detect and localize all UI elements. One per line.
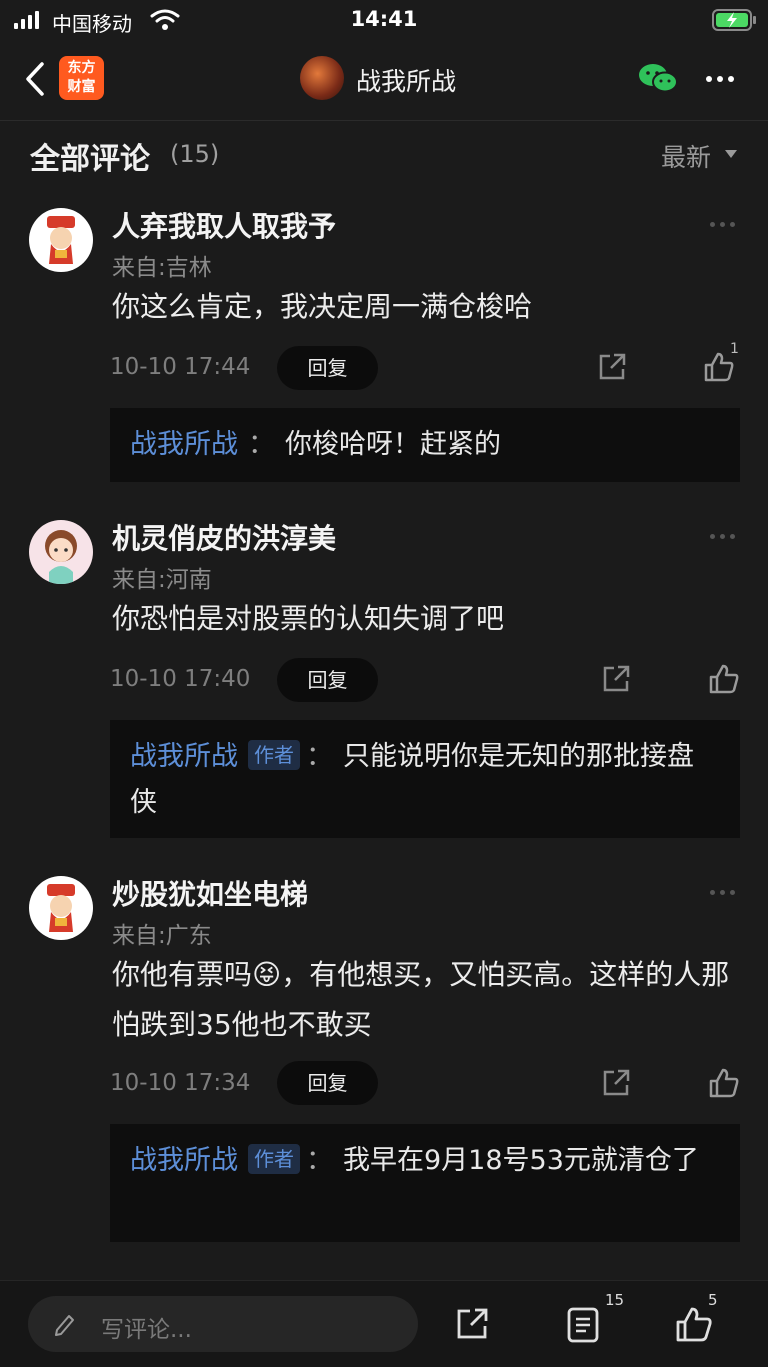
comment-more-icon[interactable] xyxy=(710,890,735,895)
caret-down-icon[interactable] xyxy=(725,150,737,158)
reply-button[interactable]: 回复 xyxy=(277,1061,378,1105)
reply-colon: ： xyxy=(306,1145,333,1176)
comment-username[interactable]: 炒股犹如坐电梯 xyxy=(112,873,308,913)
reply-button[interactable]: 回复 xyxy=(277,658,378,702)
thumbs-up-icon[interactable] xyxy=(707,1066,741,1100)
comment-location: 来自:吉林 xyxy=(112,255,212,281)
comment-text: 你这么肯定，我决定周一满仓梭哈 xyxy=(112,290,533,323)
sub-reply[interactable]: 战我所战 作者：只能说明你是无知的那批接盘侠 xyxy=(110,720,740,838)
comment-more-icon[interactable] xyxy=(710,222,735,227)
logo-text-top: 东方 xyxy=(67,60,96,76)
battery-icon xyxy=(712,9,756,31)
sort-dropdown[interactable]: 最新 xyxy=(661,138,711,174)
avatar[interactable] xyxy=(29,208,93,272)
reply-text: 我早在9月18号53元就清仓了 xyxy=(343,1145,699,1176)
author-badge: 作者 xyxy=(248,1144,300,1174)
comments-count: (15) xyxy=(170,140,220,168)
reply-author[interactable]: 战我所战 xyxy=(130,741,238,772)
back-icon[interactable] xyxy=(22,60,48,98)
reply-author[interactable]: 战我所战 xyxy=(130,1145,238,1176)
logo-text-bottom: 财富 xyxy=(67,79,96,95)
fortune-god-avatar-icon xyxy=(47,216,75,264)
comment-input[interactable]: 写评论... xyxy=(28,1296,418,1352)
girl-avatar-icon xyxy=(45,530,77,584)
like-count: 1 xyxy=(730,341,739,357)
comment-location: 来自:河南 xyxy=(112,567,212,593)
comment-input-placeholder: 写评论... xyxy=(101,1317,192,1343)
comment-count: 15 xyxy=(605,1291,625,1309)
share-icon[interactable] xyxy=(600,1067,632,1099)
comment-time: 10-10 17:34 xyxy=(110,1070,251,1096)
nav-bar: 东方 财富 战我所战 xyxy=(0,40,768,121)
reply-button[interactable]: 回复 xyxy=(277,346,378,390)
comment-text: 你他有票吗😝，有他想买，又怕买高。这样的人那怕跌到35他也不敢买 xyxy=(112,958,730,1041)
page-title[interactable]: 战我所战 xyxy=(356,62,456,98)
comment-time: 10-10 17:44 xyxy=(110,354,251,380)
sub-reply[interactable]: 战我所战 ： 你梭哈呀！赶紧的 xyxy=(110,408,740,482)
avatar[interactable] xyxy=(29,520,93,584)
like-count: 5 xyxy=(708,1291,718,1309)
status-time: 14:41 xyxy=(350,7,418,31)
comment-more-icon[interactable] xyxy=(710,534,735,539)
wechat-share-icon[interactable] xyxy=(638,62,678,94)
share-icon[interactable] xyxy=(596,351,628,383)
comment-text: 你恐怕是对股票的认知失调了吧 xyxy=(112,602,505,635)
app-logo: 东方 财富 xyxy=(59,56,104,100)
pencil-icon xyxy=(55,1315,74,1336)
reply-author[interactable]: 战我所战 xyxy=(130,429,238,460)
status-bar: 中国移动 14:41 xyxy=(0,0,768,40)
avatar[interactable] xyxy=(29,876,93,940)
fortune-god-avatar-icon xyxy=(47,884,75,932)
bottom-bar: 写评论... 15 5 xyxy=(0,1280,768,1367)
comments-title: 全部评论 xyxy=(30,142,150,177)
author-badge: 作者 xyxy=(248,740,300,770)
thumbs-up-icon[interactable] xyxy=(674,1304,714,1344)
comment-username[interactable]: 机灵俏皮的洪淳美 xyxy=(112,517,336,557)
author-avatar[interactable] xyxy=(300,56,344,100)
reply-colon: ： xyxy=(306,741,333,772)
reply-colon: ： xyxy=(248,429,275,460)
reply-text: 你梭哈呀！赶紧的 xyxy=(285,429,501,460)
share-icon[interactable] xyxy=(600,663,632,695)
sub-reply[interactable]: 战我所战 作者： 我早在9月18号53元就清仓了 xyxy=(110,1124,740,1242)
comment-username[interactable]: 人弃我取人取我予 xyxy=(112,205,336,245)
share-icon[interactable] xyxy=(454,1306,490,1342)
more-options-icon[interactable] xyxy=(706,76,734,82)
comment-time: 10-10 17:40 xyxy=(110,666,251,692)
thumbs-up-icon[interactable] xyxy=(707,662,741,696)
comment-list-icon[interactable] xyxy=(566,1306,602,1344)
comment-location: 来自:广东 xyxy=(112,923,212,949)
